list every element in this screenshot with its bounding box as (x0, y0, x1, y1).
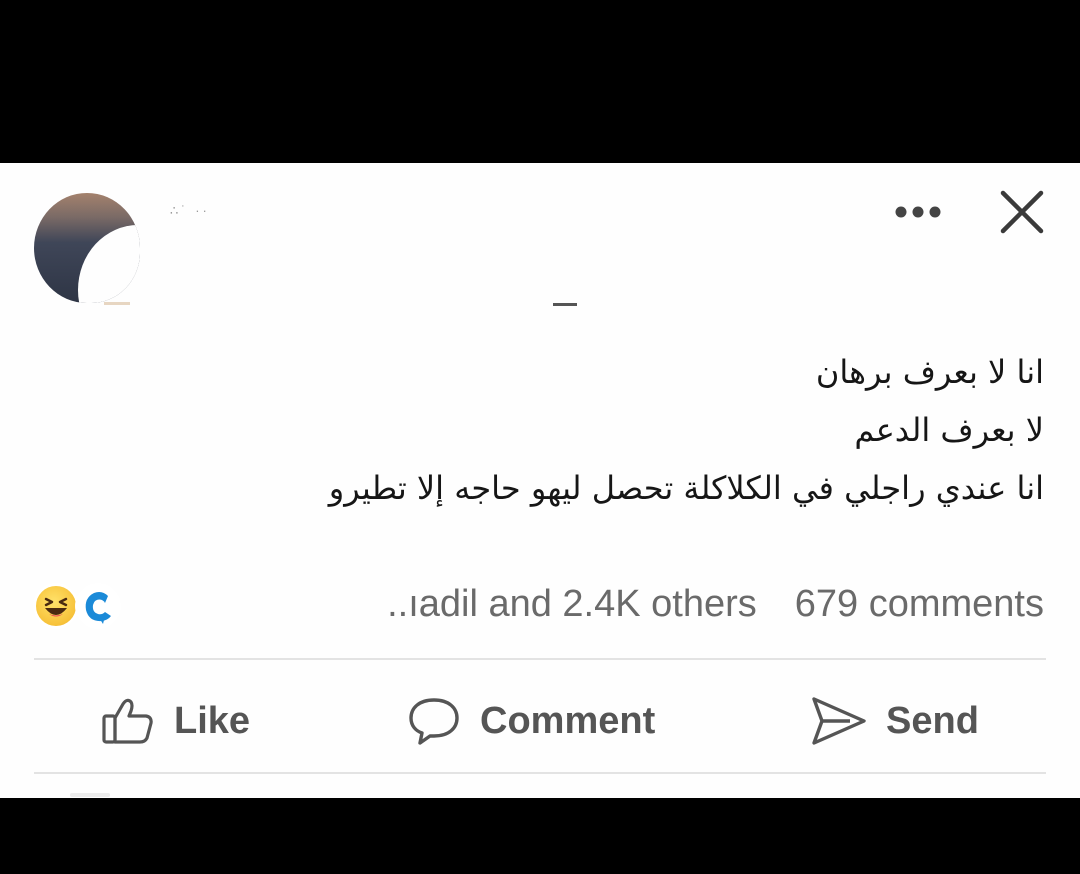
send-button[interactable]: Send (810, 691, 979, 751)
post-text-line: لا بعرف الدعم (854, 411, 1044, 449)
post-text-line: انا عندي راجلي في الكلاكلة تحصل ليهو حاج… (328, 469, 1044, 507)
avatar-mark (104, 302, 130, 305)
engagement-counts[interactable]: ..ıadil and 2.4K others 679 comments (349, 583, 1044, 626)
comment-count[interactable]: 679 comments (795, 583, 1044, 625)
send-label: Send (886, 699, 979, 742)
like-label: Like (174, 699, 251, 742)
more-options-button[interactable] (892, 200, 944, 224)
thumbs-up-icon (102, 698, 153, 744)
more-dots-icon (895, 206, 941, 218)
comment-button[interactable]: Comment (406, 691, 655, 751)
avatar-overlay (78, 225, 140, 303)
haha-icon (33, 583, 79, 629)
reaction-summary[interactable]: ..ıadil and 2.4K others (387, 583, 757, 625)
post-text: انا لا بعرف برهان لا بعرف الدعم انا عندي… (84, 343, 1044, 517)
send-icon (812, 697, 866, 745)
close-button[interactable] (995, 185, 1049, 239)
divider (34, 658, 1046, 660)
next-item-peek (70, 793, 110, 797)
author-name[interactable]: ∴˙ ·· (170, 203, 230, 218)
divider (34, 772, 1046, 774)
author-avatar[interactable] (34, 193, 140, 303)
comment-label: Comment (480, 699, 656, 742)
post-meta-mark (553, 303, 577, 306)
like-button[interactable]: Like (100, 691, 250, 751)
reaction-icons[interactable] (33, 581, 129, 629)
care-icon (75, 583, 121, 629)
close-icon (1000, 190, 1044, 234)
post-card: ∴˙ ·· انا لا بعرف برهان لا بعرف الدعم ان… (0, 163, 1080, 798)
comment-bubble-icon (409, 698, 459, 745)
post-text-line: انا لا بعرف برهان (815, 353, 1044, 391)
